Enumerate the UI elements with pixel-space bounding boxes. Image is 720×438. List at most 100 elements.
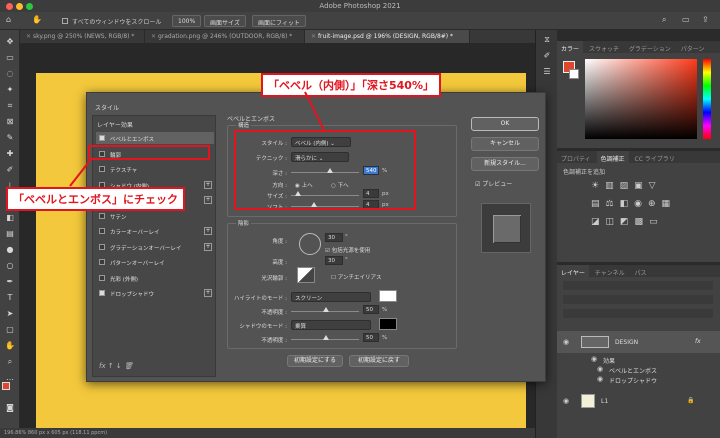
quick-mask-icon[interactable]: ◙ <box>4 402 16 414</box>
move-tool-icon[interactable]: ✥ <box>4 36 16 48</box>
effect-checkbox[interactable] <box>99 259 105 265</box>
eraser-tool-icon[interactable]: ◧ <box>4 212 16 224</box>
shape-tool-icon[interactable]: ▢ <box>4 324 16 336</box>
posterize-icon[interactable]: ◫ <box>606 217 621 227</box>
threshold-icon[interactable]: ◩ <box>620 217 635 227</box>
hue-sat-icon[interactable]: ▤ <box>591 199 606 209</box>
highlight-opacity-field[interactable]: 50 <box>363 305 379 314</box>
effects-row[interactable]: ◉ 効果 <box>557 355 720 365</box>
brush-panel-icon[interactable]: ✐ <box>541 50 553 62</box>
highlight-color-swatch[interactable] <box>379 290 397 302</box>
eye-icon[interactable]: ◉ <box>597 375 603 383</box>
effect-item[interactable]: ドロップシャドウ + <box>96 287 214 299</box>
tab-channels[interactable]: チャンネル <box>591 265 629 277</box>
highlight-opacity-knob[interactable] <box>323 307 329 312</box>
home-icon[interactable]: ⌂ <box>6 15 11 24</box>
hand-tool-icon[interactable]: ✋ <box>4 340 16 352</box>
eye-icon[interactable]: ◉ <box>591 355 597 363</box>
zoom-100-button[interactable]: 100% <box>172 15 202 27</box>
tab-color[interactable]: カラー <box>557 41 584 53</box>
brush-tool-icon[interactable]: ✐ <box>4 164 16 176</box>
tab-cc-libraries[interactable]: CC ライブラリ <box>631 151 679 163</box>
effect-item[interactable]: ベベルとエンボス <box>96 132 214 144</box>
add-effect-icon[interactable]: + <box>204 242 212 251</box>
properties-panel-icon[interactable]: ☰ <box>541 66 553 78</box>
tab-gradation[interactable]: ✕ gradation.png @ 246% (OUTDOOR, RGB/8) … <box>145 30 305 43</box>
brightness-icon[interactable]: ☀ <box>591 181 605 191</box>
hue-slider[interactable] <box>703 59 711 139</box>
make-default-button[interactable]: 初期設定にする <box>287 355 343 367</box>
exposure-icon[interactable]: ▣ <box>634 181 649 191</box>
eye-icon[interactable]: ◉ <box>563 397 569 405</box>
effect-row-bevel[interactable]: ◉ ベベルとエンボス <box>557 365 720 375</box>
scroll-all-checkbox[interactable] <box>62 18 68 24</box>
shadow-color-swatch[interactable] <box>379 318 397 330</box>
workspace-icon[interactable]: ▭ <box>682 15 690 24</box>
effect-checkbox[interactable] <box>99 212 105 219</box>
add-effect-icon[interactable]: + <box>204 180 212 189</box>
tab-paths[interactable]: パス <box>631 265 651 277</box>
gloss-contour-picker[interactable] <box>297 267 315 283</box>
highlight-mode-select[interactable]: スクリーン <box>291 292 371 302</box>
anti-alias-checkbox[interactable]: ☐ アンチエイリアス <box>331 273 381 281</box>
color-balance-icon[interactable]: ⚖ <box>606 199 620 209</box>
healing-brush-icon[interactable]: ✚ <box>4 148 16 160</box>
angle-dial[interactable] <box>299 233 321 255</box>
effect-item[interactable]: カラーオーバーレイ + <box>96 225 214 237</box>
blend-mode-select[interactable] <box>563 295 713 304</box>
invert-icon[interactable]: ◪ <box>591 217 606 227</box>
fill-screen-button[interactable]: 画面にフィット <box>252 15 306 27</box>
tab-swatches[interactable]: スウォッチ <box>585 41 623 53</box>
tab-sky[interactable]: ✕ sky.png @ 250% (NEWS, RGB/8) * <box>20 30 145 43</box>
zoom-tool-icon[interactable]: ⌕ <box>4 356 16 368</box>
bg-color-chip[interactable] <box>569 69 579 79</box>
dodge-tool-icon[interactable]: ○ <box>4 260 16 272</box>
photo-filter-icon[interactable]: ◉ <box>634 199 648 209</box>
path-select-icon[interactable]: ➤ <box>4 308 16 320</box>
share-icon[interactable]: ⇪ <box>702 15 709 24</box>
effect-checkbox[interactable] <box>99 243 105 250</box>
tab-adjustments[interactable]: 色調補正 <box>596 151 629 163</box>
gradient-map-icon[interactable]: ▭ <box>649 217 664 227</box>
lock-row[interactable] <box>563 309 713 318</box>
effect-checkbox[interactable] <box>99 166 105 172</box>
fit-screen-button[interactable]: 画面サイズ <box>204 15 246 27</box>
effect-checkbox[interactable] <box>99 290 105 296</box>
add-effect-icon[interactable]: + <box>204 196 212 204</box>
effect-item[interactable]: 光彩 (外側) <box>96 272 214 284</box>
shadow-mode-select[interactable]: 乗算 <box>291 320 371 330</box>
crop-tool-icon[interactable]: ⌗ <box>4 100 16 112</box>
shadow-opacity-field[interactable]: 50 <box>363 333 379 342</box>
curves-icon[interactable]: ▨ <box>620 181 635 191</box>
effect-row-drop-shadow[interactable]: ◉ ドロップシャドウ <box>557 375 720 385</box>
ok-button[interactable]: OK <box>471 117 539 131</box>
eye-icon[interactable]: ◉ <box>597 365 603 373</box>
layer-row-design[interactable]: ◉ DESIGN fx <box>557 331 720 353</box>
effect-checkbox[interactable] <box>99 135 105 141</box>
global-light-checkbox[interactable]: ☑ 包括光源を使用 <box>325 246 370 254</box>
channel-mixer-icon[interactable]: ⊕ <box>648 199 662 209</box>
layer-row-l1[interactable]: ◉ L1 🔒 <box>557 391 720 411</box>
angle-field[interactable]: 30 <box>325 233 343 242</box>
magic-wand-icon[interactable]: ✦ <box>4 84 16 96</box>
pen-tool-icon[interactable]: ✒ <box>4 276 16 288</box>
levels-icon[interactable]: ▥ <box>605 181 620 191</box>
add-effect-icon[interactable]: + <box>204 289 212 297</box>
styles-header[interactable]: スタイル <box>95 103 119 112</box>
altitude-field[interactable]: 30 <box>325 256 343 265</box>
selective-color-icon[interactable]: ▩ <box>635 217 650 227</box>
preview-checkbox[interactable]: ☑ プレビュー <box>475 179 512 188</box>
tab-properties[interactable]: プロパティ <box>557 151 595 163</box>
tab-layers[interactable]: レイヤー <box>557 265 589 277</box>
effect-item[interactable]: グラデーションオーバーレイ + <box>96 241 214 253</box>
tab-fruit-image[interactable]: ✕ fruit-image.psd @ 196% (DESIGN, RGB/8#… <box>305 30 470 43</box>
search-icon[interactable]: ⌕ <box>662 15 666 25</box>
effect-item[interactable]: パターンオーバーレイ <box>96 256 214 268</box>
gradient-tool-icon[interactable]: ▤ <box>4 228 16 240</box>
layer-filter-bar[interactable] <box>563 281 713 290</box>
color-field[interactable] <box>585 59 697 139</box>
hand-tool-icon[interactable]: ✋ <box>32 15 42 24</box>
history-panel-icon[interactable]: ⧖ <box>541 34 553 46</box>
new-style-button[interactable]: 新規スタイル... <box>471 157 539 171</box>
vibrance-icon[interactable]: ▽ <box>649 181 662 191</box>
